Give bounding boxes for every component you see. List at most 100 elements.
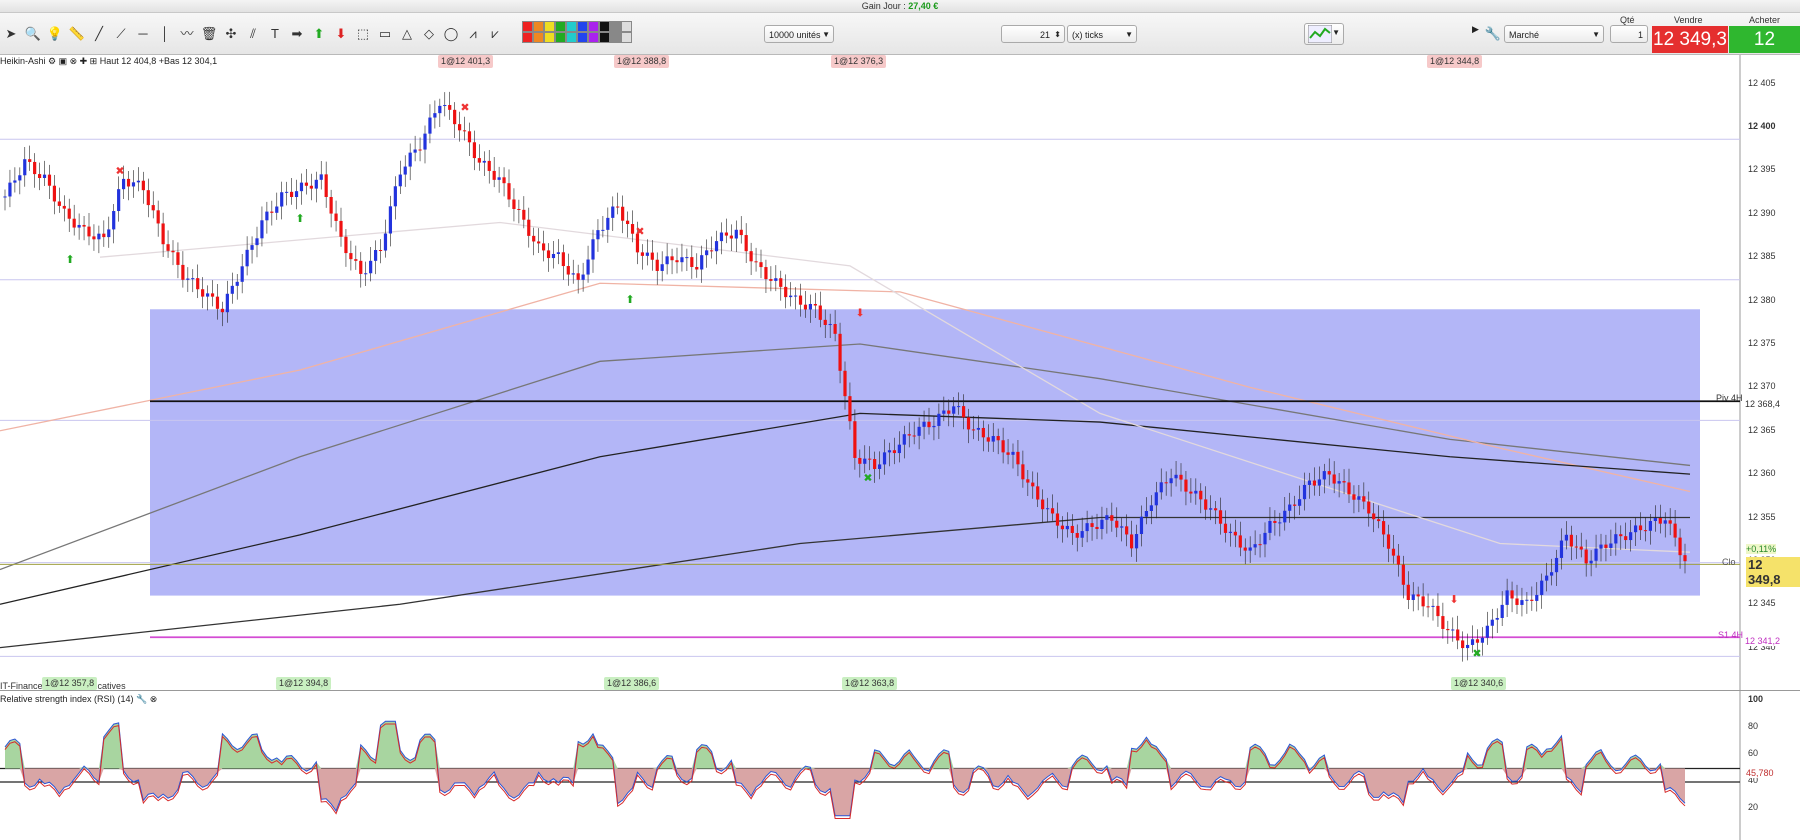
candle-up (700, 255, 704, 270)
candle-up (1470, 639, 1475, 645)
ticks-stepper[interactable]: 21 ⬍ (1001, 25, 1065, 43)
candle-down (210, 293, 215, 297)
triangle-icon[interactable]: △ (398, 25, 416, 43)
candle-down (1070, 525, 1074, 533)
color-swatch[interactable] (555, 21, 566, 32)
color-swatch[interactable] (610, 32, 621, 43)
color-swatch[interactable] (577, 32, 588, 43)
vline-icon[interactable]: │ (156, 25, 174, 43)
qty-input[interactable]: 1 (1610, 25, 1648, 43)
arrow-right-icon[interactable]: ➡ (288, 25, 306, 43)
candle-down (487, 160, 491, 171)
ruler-icon[interactable]: 📏 (68, 25, 86, 43)
candle-down (1021, 464, 1025, 480)
arrow-down-icon[interactable]: ⬇ (332, 25, 350, 43)
candle-down (1683, 555, 1687, 562)
candle-up (1648, 521, 1653, 531)
candle-up (230, 285, 234, 294)
candle-down (171, 250, 175, 253)
magnet-icon[interactable]: ✣ (222, 25, 240, 43)
fibo2-icon[interactable]: ⩗ (486, 25, 504, 43)
color-swatch[interactable] (599, 21, 610, 32)
hatch-icon[interactable]: ⫽ (244, 25, 262, 43)
color-swatch[interactable] (533, 32, 544, 43)
rsi-fill-up (5, 721, 1685, 769)
color-swatch[interactable] (577, 21, 588, 32)
color-swatch[interactable] (533, 21, 544, 32)
candle-up (1283, 510, 1287, 523)
trendline-icon[interactable]: ╱ (90, 25, 108, 43)
trash-icon[interactable]: 🗑 (200, 25, 218, 43)
color-swatch[interactable] (544, 32, 555, 43)
color-swatch[interactable] (566, 21, 577, 32)
wrench-icon[interactable]: 🔧 (1484, 25, 1502, 43)
rsi-tools-icons[interactable]: 🔧 ⊗ (136, 694, 157, 704)
candle-up (403, 166, 407, 175)
bulb-icon[interactable]: 💡 (46, 25, 64, 43)
sell-button[interactable]: 12 349,3 (1652, 26, 1728, 53)
panel-arrow-icon[interactable]: ▶ (1472, 24, 1479, 35)
color-swatch[interactable] (599, 32, 610, 43)
candle-up (1085, 523, 1089, 532)
color-swatch[interactable] (621, 32, 632, 43)
color-swatch[interactable] (566, 32, 577, 43)
candle-down (62, 205, 66, 209)
candle-down (1243, 547, 1247, 551)
candle-down (1619, 534, 1623, 537)
hline-icon[interactable]: ─ (134, 25, 152, 43)
candle-down (630, 224, 635, 234)
cursor-icon[interactable]: ➤ (2, 25, 20, 43)
diamond-icon[interactable]: ◇ (420, 25, 438, 43)
candle-down (1367, 501, 1371, 514)
fibo-icon[interactable]: ⩘ (464, 25, 482, 43)
rect-icon[interactable]: ▭ (376, 25, 394, 43)
range-band (150, 309, 1700, 596)
text-icon[interactable]: T (266, 25, 284, 43)
candle-down (1293, 504, 1297, 506)
candle-down (359, 260, 363, 274)
candle-up (250, 245, 254, 250)
arrow-up-icon[interactable]: ⬆ (310, 25, 328, 43)
rsi-chart[interactable] (0, 690, 1800, 840)
buy-button[interactable]: 12 350,3 (1729, 26, 1800, 77)
color-swatch[interactable] (555, 32, 566, 43)
candle-down (892, 450, 897, 454)
candle-up (685, 257, 689, 259)
stepper-icon: ⬍ (1054, 30, 1061, 39)
candle-down (196, 278, 200, 290)
color-swatch[interactable] (522, 21, 533, 32)
chart-tools-icons[interactable]: ⚙ ▣ ⊗ ✚ ⊞ (48, 56, 100, 66)
color-swatch[interactable] (522, 32, 533, 43)
candle-down (1233, 531, 1237, 536)
zoom-icon[interactable]: 🔍 (24, 25, 42, 43)
candle-up (1209, 508, 1213, 510)
candle-up (976, 427, 981, 430)
candle-up (1080, 531, 1084, 538)
units-dropdown[interactable]: 10000 unités ▼ (764, 25, 834, 43)
candle-down (670, 256, 674, 261)
chevron-down-icon: ▼ (1332, 28, 1340, 37)
order-type-dropdown[interactable]: Marché ▼ (1504, 25, 1604, 43)
color-swatch[interactable] (621, 21, 632, 32)
circle-icon[interactable]: ◯ (442, 25, 460, 43)
candle-down (798, 295, 803, 305)
color-swatch[interactable] (588, 32, 599, 43)
top-price-tag: 1@12 401,3 (438, 55, 494, 68)
indicator-icon[interactable]: 〰 (178, 25, 196, 43)
color-swatch[interactable] (610, 21, 621, 32)
candle-up (1065, 525, 1069, 530)
candle-down (512, 199, 516, 209)
candle-down (1347, 482, 1351, 495)
channel-icon[interactable]: ⬚ (354, 25, 372, 43)
candle-up (1545, 575, 1549, 581)
color-swatch[interactable] (588, 21, 599, 32)
chart-type-dropdown[interactable]: ▼ (1304, 23, 1344, 45)
y-tick-label: 12 380 (1748, 294, 1776, 305)
ticks-dropdown[interactable]: (x) ticks ▼ (1067, 25, 1137, 43)
candle-up (294, 191, 299, 198)
candle-up (1011, 451, 1015, 455)
color-swatch[interactable] (544, 21, 555, 32)
price-chart[interactable]: ✖ ✖ ✖ ✖ ✖ ⬆ ⬆ ⬆ ⬇ ⬇ (0, 55, 1800, 690)
day-gain-label: Gain Jour : (861, 1, 906, 11)
ray-icon[interactable]: ⟋ (112, 25, 130, 43)
